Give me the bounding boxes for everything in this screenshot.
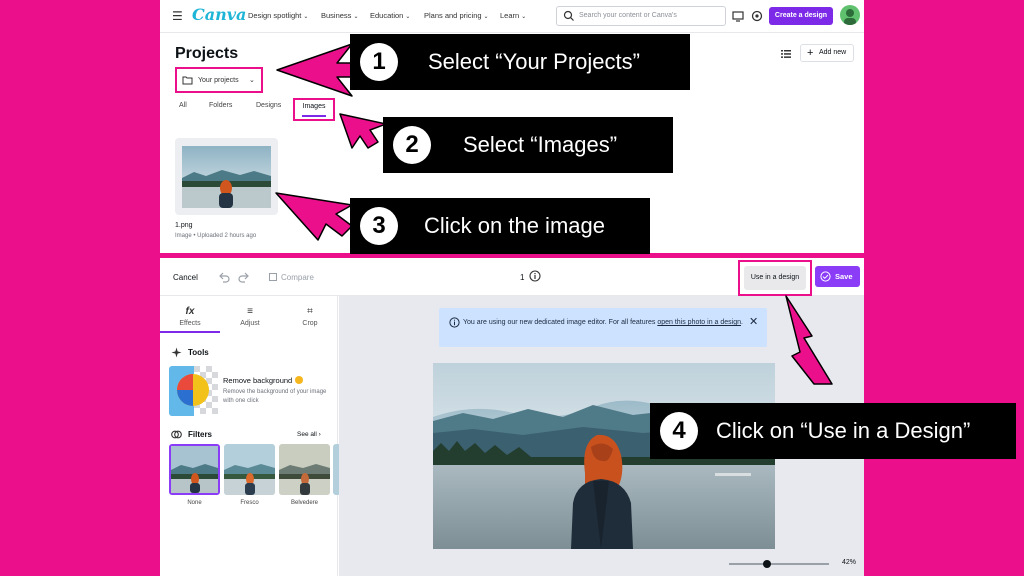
sparkle-icon (171, 347, 182, 358)
notice-text: You are using our new dedicated image ed… (463, 319, 743, 326)
create-design-button[interactable]: Create a design (769, 7, 833, 25)
close-icon[interactable]: ✕ (749, 315, 758, 328)
tab-folders[interactable]: Folders (209, 102, 232, 109)
folder-icon (182, 76, 193, 85)
search-icon (563, 10, 574, 21)
zoom-level: 42% (842, 559, 857, 566)
your-projects-dropdown[interactable]: Your projects ⌄ (175, 67, 263, 93)
search-placeholder: Search your content or Canva's (579, 12, 677, 19)
active-tab-indicator (302, 115, 326, 117)
tab-effects[interactable]: fx Effects (160, 306, 220, 327)
avatar[interactable] (840, 5, 860, 25)
info-icon[interactable] (529, 270, 541, 282)
callout-text-2: Select “Images” (463, 132, 618, 157)
nav-education[interactable]: Education ⌄ (370, 11, 410, 20)
image-thumbnail-photo (182, 146, 271, 208)
filter-label-belvedere: Belvedere (290, 500, 319, 506)
remove-background-title[interactable]: Remove background (223, 376, 304, 385)
search-input[interactable]: Search your content or Canva's (556, 6, 726, 26)
redo-icon[interactable] (237, 270, 251, 284)
list-view-icon[interactable] (780, 48, 792, 60)
info-icon (449, 317, 460, 328)
callout-step-2: 2 Select “Images” (383, 117, 673, 173)
add-new-button[interactable]: + Add new (800, 44, 854, 62)
tab-crop[interactable]: ⌗ Crop (280, 306, 340, 327)
image-thumbnail[interactable] (175, 138, 278, 215)
dropdown-label: Your projects (198, 77, 239, 84)
chevron-down-icon: ⌄ (405, 14, 411, 20)
chevron-down-icon: ⌄ (303, 14, 309, 20)
file-name: 1.png (175, 222, 193, 229)
zoom-slider-track[interactable] (729, 563, 829, 565)
canva-logo[interactable]: Canva (192, 5, 246, 24)
top-navbar: ☰ Canva Design spotlight ⌄ Business ⌄ Educ… (160, 0, 864, 33)
chevron-down-icon: ⌄ (249, 77, 255, 84)
active-tab-indicator (160, 331, 220, 333)
filter-label-fresco: Fresco (240, 500, 259, 506)
compare-icon (269, 273, 277, 281)
filter-belvedere[interactable] (279, 444, 330, 495)
see-all-link[interactable]: See all › (297, 431, 321, 438)
compare-button[interactable]: Compare (269, 273, 314, 282)
tab-all[interactable]: All (179, 102, 187, 109)
page-title: Projects (175, 45, 239, 62)
step-number-3: 3 (360, 207, 398, 245)
save-button[interactable]: Save (815, 266, 860, 287)
tab-adjust[interactable]: ≡ Adjust (220, 306, 280, 327)
filter-none[interactable] (169, 444, 220, 495)
callout-text-3: Click on the image (424, 213, 605, 238)
chevron-down-icon: ⌄ (521, 14, 527, 20)
step-number-4: 4 (660, 412, 698, 450)
remove-background-description: Remove the background of your image with… (223, 389, 327, 404)
crop-icon: ⌗ (307, 306, 313, 317)
callout-text-1: Select “Your Projects” (428, 49, 640, 74)
filters-heading: Filters (188, 430, 213, 439)
step-number-1: 1 (360, 43, 398, 81)
filters-icon (171, 430, 182, 439)
callout-text-4: Click on “Use in a Design” (716, 418, 971, 443)
nav-plans-pricing[interactable]: Plans and pricing ⌄ (424, 11, 489, 20)
step-number-2: 2 (393, 126, 431, 164)
fx-icon: fx (185, 306, 195, 317)
editor-sidebar: fx Effects ≡ Adjust ⌗ Crop Tools Remove bac… (160, 296, 341, 576)
nav-learn[interactable]: Learn ⌄ (500, 11, 526, 20)
remove-background-thumbnail[interactable] (169, 366, 219, 416)
zoom-slider-handle[interactable] (763, 560, 771, 568)
page-number: 1 (520, 273, 525, 282)
chevron-down-icon: ⌄ (483, 14, 489, 20)
gear-icon[interactable] (750, 9, 764, 23)
cancel-button[interactable]: Cancel (173, 273, 198, 282)
nav-design-spotlight[interactable]: Design spotlight ⌄ (248, 11, 308, 20)
menu-icon[interactable]: ☰ (172, 9, 183, 23)
filter-fresco[interactable] (224, 444, 275, 495)
tools-heading: Tools (188, 348, 209, 357)
use-in-design-button[interactable]: Use in a design (744, 266, 806, 290)
nav-business[interactable]: Business ⌄ (321, 11, 358, 20)
filter-label-none: None (187, 500, 202, 506)
callout-step-4: 4 Click on “Use in a Design” (650, 403, 1016, 459)
tab-images[interactable]: Images (293, 98, 335, 121)
file-meta: Image • Uploaded 2 hours ago (175, 233, 257, 239)
desktop-icon[interactable] (731, 9, 745, 23)
callout-step-3: 3 Click on the image (350, 198, 650, 254)
plus-icon: + (807, 47, 814, 59)
use-in-design-highlight: Use in a design (738, 260, 812, 296)
undo-icon[interactable] (217, 270, 231, 284)
chevron-down-icon: ⌄ (353, 14, 359, 20)
sliders-icon: ≡ (247, 306, 253, 317)
tab-designs[interactable]: Designs (256, 102, 281, 109)
editor-toolbar: Cancel Compare 1 Use in a design Save (160, 258, 864, 296)
crown-icon (295, 376, 304, 384)
callout-step-1: 1 Select “Your Projects” (350, 34, 690, 90)
open-in-design-link[interactable]: open this photo in a design (657, 319, 741, 326)
check-circle-icon (820, 271, 831, 282)
editor-notice-banner: You are using our new dedicated image ed… (439, 308, 767, 347)
